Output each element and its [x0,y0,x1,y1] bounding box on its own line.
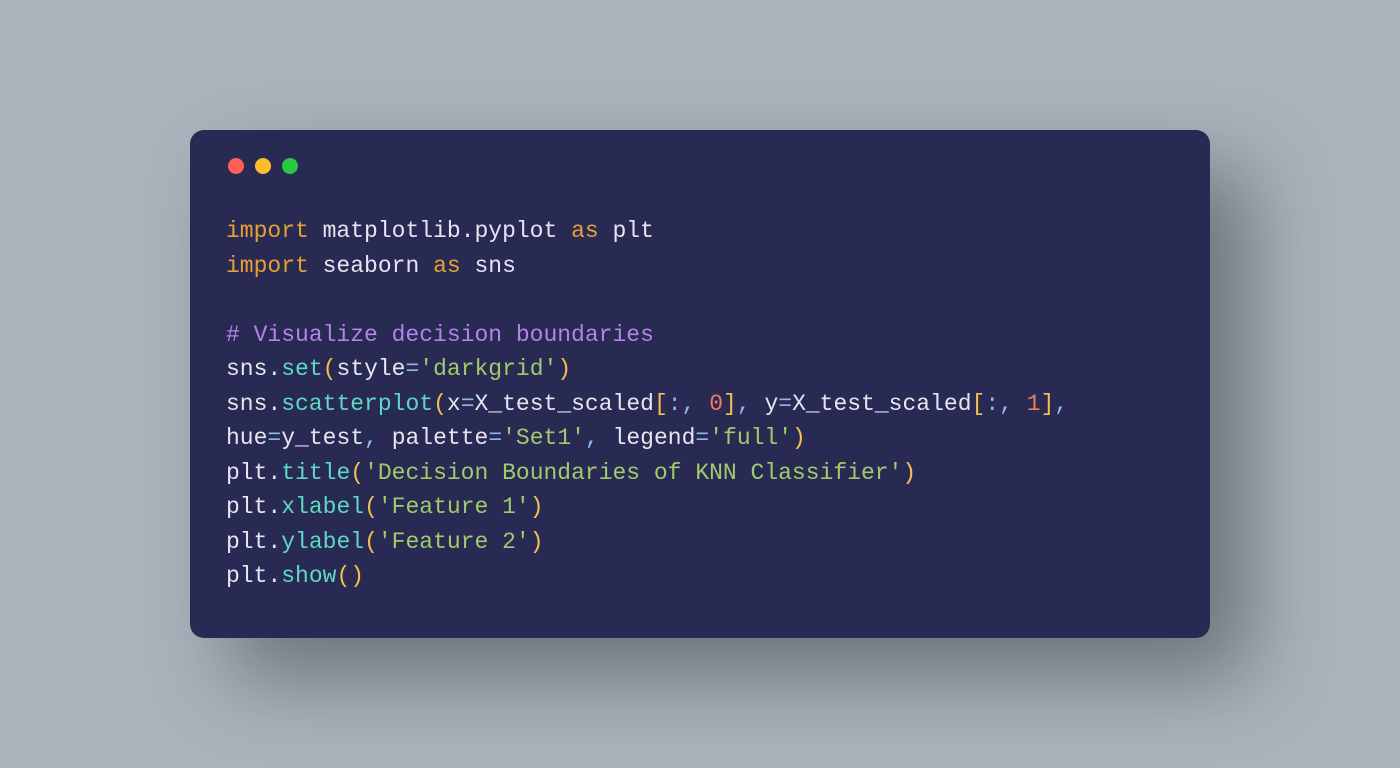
method-call: xlabel [281,494,364,520]
code-line-6: hue=y_test, palette='Set1', legend='full… [226,425,806,451]
dot: . [267,563,281,589]
object: plt [226,563,267,589]
submodule-name: pyplot [474,218,571,244]
paren-close: ) [530,494,544,520]
object: plt [226,529,267,555]
bracket-open: [ [972,391,986,417]
string-literal: 'Decision Boundaries of KNN Classifier' [364,460,902,486]
paren-open: ( [364,529,378,555]
space [599,425,613,451]
module-name: matplotlib [309,218,461,244]
number-literal: 1 [1027,391,1041,417]
comment: # Visualize decision boundaries [226,322,654,348]
kwarg-name: palette [392,425,489,451]
method-call: show [281,563,336,589]
object: sns [226,391,267,417]
equals: = [267,425,281,451]
string-literal: 'Set1' [502,425,585,451]
paren-open: ( [433,391,447,417]
string-literal: 'Feature 1' [378,494,530,520]
variable: X_test_scaled [792,391,971,417]
dot: . [267,529,281,555]
alias: sns [461,253,516,279]
paren-close: ) [792,425,806,451]
comma: , [585,425,599,451]
keyword-as: as [571,218,599,244]
method-call: scatterplot [281,391,433,417]
comma: , [999,391,1013,417]
bracket-close: ] [1041,391,1055,417]
variable: y_test [281,425,364,451]
paren-open: ( [364,494,378,520]
code-line-2: import seaborn as sns [226,253,516,279]
bracket-open: [ [654,391,668,417]
code-line-1: import matplotlib.pyplot as plt [226,218,654,244]
code-line-7: plt.title('Decision Boundaries of KNN Cl… [226,460,916,486]
kwarg-name: x [447,391,461,417]
keyword-as: as [433,253,461,279]
dot: . [267,356,281,382]
dot: . [461,218,475,244]
zoom-icon[interactable] [282,158,298,174]
comma: , [364,425,378,451]
code-line-5: sns.scatterplot(x=X_test_scaled[:, 0], y… [226,391,1068,417]
space [378,425,392,451]
code-line-8: plt.xlabel('Feature 1') [226,494,544,520]
space [751,391,765,417]
code-line-4: sns.set(style='darkgrid') [226,356,571,382]
number-literal: 0 [709,391,723,417]
keyword-import: import [226,253,309,279]
window-traffic-lights [226,158,1174,174]
minimize-icon[interactable] [255,158,271,174]
space [695,391,709,417]
comma: , [1054,391,1068,417]
method-call: title [281,460,350,486]
equals: = [695,425,709,451]
close-icon[interactable] [228,158,244,174]
dot: . [267,494,281,520]
paren-close: ) [902,460,916,486]
paren-close: ) [350,563,364,589]
paren-close: ) [557,356,571,382]
paren-close: ) [530,529,544,555]
kwarg-name: hue [226,425,267,451]
dot: . [267,460,281,486]
string-literal: 'full' [709,425,792,451]
object: plt [226,460,267,486]
method-call: ylabel [281,529,364,555]
equals: = [778,391,792,417]
module-name: seaborn [309,253,433,279]
code-line-3: # Visualize decision boundaries [226,322,654,348]
kwarg-name: style [336,356,405,382]
space [1013,391,1027,417]
object: plt [226,494,267,520]
dot: . [267,391,281,417]
keyword-import: import [226,218,309,244]
comma: , [682,391,696,417]
paren-open: ( [336,563,350,589]
method-call: set [281,356,322,382]
equals: = [461,391,475,417]
colon: : [668,391,682,417]
code-line-9: plt.ylabel('Feature 2') [226,529,544,555]
bracket-close: ] [723,391,737,417]
code-block: import matplotlib.pyplot as plt import s… [226,214,1174,594]
code-window: import matplotlib.pyplot as plt import s… [190,130,1210,638]
alias: plt [599,218,654,244]
equals: = [488,425,502,451]
colon: : [985,391,999,417]
kwarg-name: y [764,391,778,417]
variable: X_test_scaled [475,391,654,417]
string-literal: 'Feature 2' [378,529,530,555]
paren-open: ( [350,460,364,486]
string-literal: 'darkgrid' [419,356,557,382]
kwarg-name: legend [613,425,696,451]
code-line-10: plt.show() [226,563,364,589]
paren-open: ( [323,356,337,382]
comma: , [737,391,751,417]
equals: = [405,356,419,382]
object: sns [226,356,267,382]
